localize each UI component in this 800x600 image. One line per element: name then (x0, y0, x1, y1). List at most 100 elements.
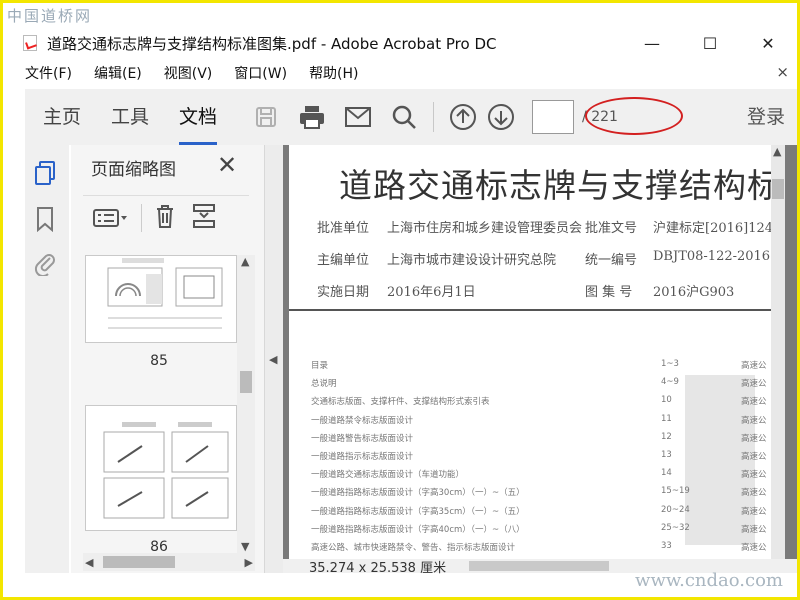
meta-value: 上海市城市建设设计研究总院 (387, 253, 557, 268)
toc-side: 高速公 (741, 415, 767, 426)
window-title: 道路交通标志牌与支撑结构标准图集.pdf - Adobe Acrobat Pro… (47, 34, 497, 53)
toc-page: 12 (661, 431, 672, 442)
toc-title: 高速公路、城市快速路禁令、警告、指示标志版面设计 (311, 542, 516, 553)
meta-label: 实施日期 (317, 285, 370, 300)
toc-side: 高速公 (741, 361, 767, 371)
close-document-button[interactable]: × (776, 63, 789, 81)
meta-value: 沪建标定[2016]124号 (653, 221, 785, 236)
bookmark-icon[interactable] (31, 205, 59, 233)
thumbnail-list: 85 86 (83, 255, 237, 553)
table-of-contents: 目录 1~3 高速公 总说明 4~9 高速公 交通标志版面、支撑杆件、支撑结构形式索引表 10… (311, 359, 785, 559)
meta-label: 图 集 号 (585, 285, 633, 300)
toc-page: 20~24 (661, 504, 690, 515)
thumbnail-page-86[interactable] (85, 405, 237, 531)
tab-home[interactable]: 主页 (31, 89, 93, 145)
tab-document[interactable]: 文档 (167, 89, 229, 145)
toc-side: 高速公 (741, 433, 767, 444)
toc-side: 高速公 (741, 506, 767, 517)
menu-window[interactable]: 窗口(W) (234, 63, 287, 83)
doc-scroll-up-arrow[interactable]: ▲ (773, 145, 781, 158)
thumbnail-vertical-scrollbar[interactable]: ▲ ▼ (237, 255, 255, 553)
collapse-arrow-icon[interactable]: ◀ (269, 353, 277, 366)
toc-title: 一般道路指路标志版面设计（字高30cm）（一）~（五） (311, 488, 525, 499)
toc-page: 14 (661, 468, 672, 479)
close-window-button[interactable]: ✕ (739, 27, 797, 59)
toc-page: 10 (661, 395, 672, 406)
page-thumbnails-icon[interactable] (31, 159, 59, 187)
print-icon[interactable] (295, 100, 329, 134)
delete-icon[interactable] (154, 203, 176, 233)
meta-label: 统一编号 (585, 253, 638, 268)
close-panel-button[interactable]: ✕ (217, 151, 237, 179)
toc-page: 11 (661, 413, 672, 424)
toc-side: 高速公 (741, 524, 767, 535)
minimize-button[interactable]: — (623, 27, 681, 59)
login-link[interactable]: 登录 (747, 89, 785, 145)
toc-title: 一般道路指示标志版面设计 (311, 451, 414, 462)
watermark-top: 中国道桥网 (7, 7, 93, 25)
toc-side: 高速公 (741, 397, 767, 408)
menu-edit[interactable]: 编辑(E) (94, 63, 142, 83)
horizontal-scroll-thumb[interactable] (103, 556, 176, 568)
panel-title: 页面缩略图 (91, 160, 176, 180)
toc-row: 一般道路指路标志版面设计（字高30cm）（一）~（五） 15~19 高速公 (311, 486, 785, 504)
toc-page: 4~9 (661, 377, 679, 388)
document-horizontal-scroll-thumb[interactable] (469, 561, 609, 571)
meta-value: 上海市住房和城乡建设管理委员会 (387, 221, 583, 236)
left-nav-rail (25, 145, 69, 573)
document-title: 道路交通标志牌与支撑结构标准图集 (339, 166, 785, 205)
thumbnail-panel: 页面缩略图 ✕ 85 86 ▲ ▼ ◀ ▶ (71, 145, 265, 573)
document-scroll-thumb[interactable] (772, 179, 784, 199)
meta-label: 批准文号 (585, 221, 638, 236)
options-menu-icon[interactable] (93, 206, 129, 230)
toc-title: 交通标志版面、支撑杆件、支撑结构形式索引表 (311, 397, 490, 408)
scroll-down-arrow[interactable]: ▼ (241, 540, 249, 553)
toc-page: 1~3 (661, 359, 679, 369)
toc-row: 一般道路交通标志版面设计（车道功能） 14 高速公 (311, 468, 785, 486)
document-vertical-scrollbar[interactable]: ▲ (771, 145, 785, 559)
toc-row: 目录 1~3 高速公 (311, 359, 785, 377)
toc-row: 一般道路警告标志版面设计 12 高速公 (311, 432, 785, 450)
tab-tools[interactable]: 工具 (99, 89, 161, 145)
menu-view[interactable]: 视图(V) (164, 63, 213, 83)
scroll-left-arrow[interactable]: ◀ (85, 556, 93, 569)
attachment-icon[interactable] (31, 249, 59, 277)
toc-page: 33 (661, 540, 672, 551)
document-viewer: 道路交通标志牌与支撑结构标准图集 批准单位 上海市住房和城乡建设管理委员会 批准… (283, 145, 797, 559)
email-icon[interactable] (341, 100, 375, 134)
meta-label: 批准单位 (317, 221, 370, 236)
page-number-input[interactable] (532, 100, 575, 134)
main-toolbar: 主页 工具 文档 / 221 登录 (25, 89, 797, 145)
scroll-up-arrow[interactable]: ▲ (241, 255, 249, 268)
app-window: 中国道桥网 道路交通标志牌与支撑结构标准图集.pdf - Adobe Acrob… (0, 0, 800, 600)
toc-title: 一般道路警告标志版面设计 (311, 433, 414, 444)
next-page-icon[interactable] (484, 100, 518, 134)
menu-help[interactable]: 帮助(H) (309, 63, 358, 83)
pdf-file-icon (23, 35, 37, 51)
document-page: 道路交通标志牌与支撑结构标准图集 批准单位 上海市住房和城乡建设管理委员会 批准… (289, 145, 785, 559)
thumbnail-scroll-thumb[interactable] (240, 371, 252, 393)
toc-side: 高速公 (741, 488, 767, 499)
extract-pages-icon[interactable] (192, 203, 216, 233)
meta-value: 2016年6月1日 (387, 285, 476, 300)
panel-toolbar (83, 195, 249, 239)
thumbnail-page-85[interactable] (85, 255, 237, 343)
highlight-ellipse (585, 97, 683, 135)
thumbnail-page-number: 85 (150, 353, 168, 369)
toc-title: 总说明 (311, 379, 337, 390)
thumbnail-page-number: 86 (150, 539, 168, 553)
toolbar-divider (433, 102, 435, 132)
toc-row: 一般道路禁令标志版面设计 11 高速公 (311, 414, 785, 432)
toc-row: 一般道路指路标志版面设计（字高35cm）（一）~（五） 20~24 高速公 (311, 505, 785, 523)
toc-page: 15~19 (661, 486, 690, 497)
menu-file[interactable]: 文件(F) (25, 63, 72, 83)
previous-page-icon[interactable] (446, 100, 480, 134)
scroll-right-arrow[interactable]: ▶ (245, 556, 253, 569)
watermark-bottom: www.cndao.com (635, 570, 783, 591)
panel-collapse-handle[interactable]: ◀ (265, 145, 283, 573)
save-icon[interactable] (249, 100, 283, 134)
thumbnail-horizontal-scrollbar[interactable]: ◀ ▶ (83, 553, 255, 571)
toc-page: 13 (661, 449, 672, 460)
search-icon[interactable] (387, 100, 421, 134)
maximize-button[interactable]: ☐ (681, 27, 739, 59)
